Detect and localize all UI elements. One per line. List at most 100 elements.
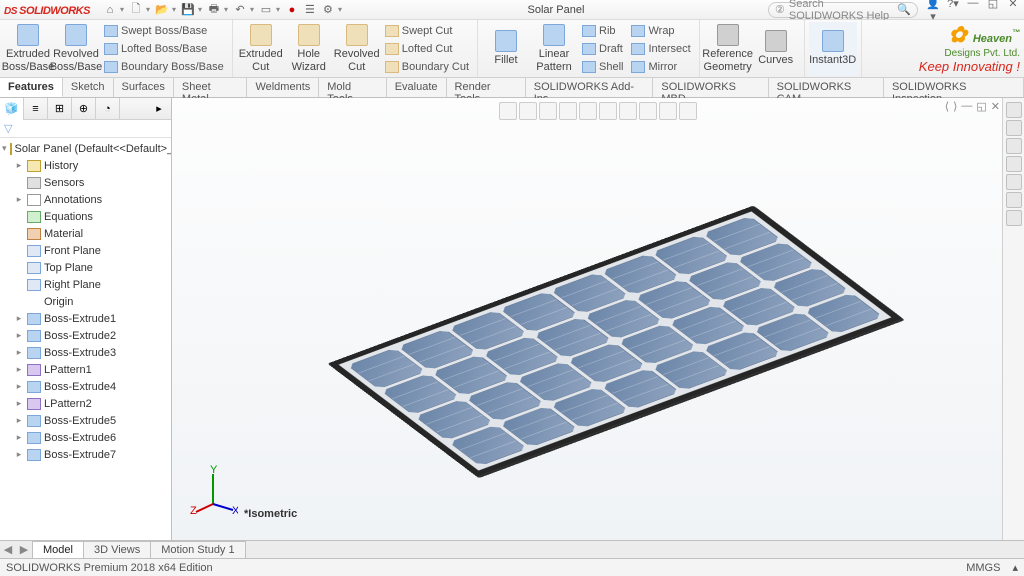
lofted-cut-button[interactable]: Lofted Cut bbox=[383, 40, 471, 57]
tree-item[interactable]: ▸Boss-Extrude6 bbox=[0, 429, 171, 446]
taskpane-home-icon[interactable] bbox=[1006, 102, 1022, 118]
tab-sheet-metal[interactable]: Sheet Metal bbox=[174, 78, 248, 97]
tab-surfaces[interactable]: Surfaces bbox=[114, 78, 174, 97]
tree-item[interactable]: Sensors bbox=[0, 174, 171, 191]
tree-item[interactable]: Origin bbox=[0, 293, 171, 310]
fm-tab-config-icon[interactable]: ⊞ bbox=[48, 98, 72, 120]
fm-tab-property-icon[interactable]: ≡ bbox=[24, 98, 48, 120]
tree-item[interactable]: Material bbox=[0, 225, 171, 242]
fillet-button[interactable]: Fillet bbox=[482, 22, 530, 76]
tab-weldments[interactable]: Weldments bbox=[247, 78, 319, 97]
tab-sw-cam[interactable]: SOLIDWORKS CAM bbox=[769, 78, 884, 97]
tree-item[interactable]: ▸LPattern1 bbox=[0, 361, 171, 378]
wrap-button[interactable]: Wrap bbox=[629, 22, 692, 39]
tree-item[interactable]: Front Plane bbox=[0, 242, 171, 259]
tree-item[interactable]: ▸History bbox=[0, 157, 171, 174]
tree-item[interactable]: ▸Boss-Extrude4 bbox=[0, 378, 171, 395]
mirror-button[interactable]: Mirror bbox=[629, 58, 692, 75]
shell-button[interactable]: Shell bbox=[580, 58, 625, 75]
swept-boss-button[interactable]: Swept Boss/Base bbox=[102, 22, 226, 39]
taskpane-prop-icon[interactable] bbox=[1006, 192, 1022, 208]
tab-mold-tools[interactable]: Mold Tools bbox=[319, 78, 386, 97]
view-orient-icon[interactable] bbox=[579, 102, 597, 120]
boundary-boss-button[interactable]: Boundary Boss/Base bbox=[102, 58, 226, 75]
tree-item[interactable]: ▸Annotations bbox=[0, 191, 171, 208]
tab-features[interactable]: Features bbox=[0, 78, 63, 97]
tab-motion-study[interactable]: Motion Study 1 bbox=[150, 541, 245, 558]
tree-root[interactable]: ▾Solar Panel (Default<<Default>_Displ bbox=[0, 140, 171, 157]
tree-item[interactable]: Equations bbox=[0, 208, 171, 225]
tree-item[interactable]: ▸Boss-Extrude1 bbox=[0, 310, 171, 327]
linear-pattern-button[interactable]: Linear Pattern bbox=[530, 22, 578, 76]
curves-button[interactable]: Curves bbox=[752, 22, 800, 76]
select-icon[interactable]: ▭ bbox=[258, 2, 274, 18]
taskpane-view-icon[interactable] bbox=[1006, 156, 1022, 172]
mdi-next-icon[interactable]: ⟩ bbox=[953, 100, 957, 113]
display-style-icon[interactable] bbox=[599, 102, 617, 120]
status-expand-icon[interactable]: ▴ bbox=[1012, 561, 1018, 574]
reference-geometry-button[interactable]: Reference Geometry bbox=[704, 22, 752, 76]
open-icon[interactable]: 📂 bbox=[154, 2, 170, 18]
prev-view-icon[interactable] bbox=[539, 102, 557, 120]
hole-wizard-button[interactable]: Hole Wizard bbox=[285, 22, 333, 76]
lofted-boss-button[interactable]: Lofted Boss/Base bbox=[102, 40, 226, 57]
tree-item[interactable]: Top Plane bbox=[0, 259, 171, 276]
taskpane-explorer-icon[interactable] bbox=[1006, 138, 1022, 154]
taskpane-forum-icon[interactable] bbox=[1006, 210, 1022, 226]
options-icon[interactable]: ☰ bbox=[302, 2, 318, 18]
home-icon[interactable]: ⌂ bbox=[102, 2, 118, 18]
tab-sketch[interactable]: Sketch bbox=[63, 78, 114, 97]
zoom-area-icon[interactable] bbox=[519, 102, 537, 120]
tab-sw-mbd[interactable]: SOLIDWORKS MBD bbox=[653, 78, 768, 97]
fm-tab-display-icon[interactable]: ◔ bbox=[96, 98, 120, 120]
view-settings-icon[interactable] bbox=[679, 102, 697, 120]
tab-render-tools[interactable]: Render Tools bbox=[447, 78, 526, 97]
fm-tab-more-icon[interactable]: ▸ bbox=[147, 98, 171, 120]
revolved-boss-button[interactable]: Revolved Boss/Base bbox=[52, 22, 100, 76]
fm-filter-icon[interactable]: ▽ bbox=[0, 120, 171, 138]
section-view-icon[interactable] bbox=[559, 102, 577, 120]
tab-model[interactable]: Model bbox=[32, 541, 84, 558]
revolved-cut-button[interactable]: Revolved Cut bbox=[333, 22, 381, 76]
fm-tab-tree-icon[interactable]: 🧊 bbox=[0, 98, 24, 120]
help-search-input[interactable]: ②Search SOLIDWORKS Help🔍 bbox=[768, 2, 918, 18]
tab-evaluate[interactable]: Evaluate bbox=[387, 78, 447, 97]
tree-item[interactable]: ▸Boss-Extrude5 bbox=[0, 412, 171, 429]
taskpane-lib-icon[interactable] bbox=[1006, 120, 1022, 136]
tree-item[interactable]: ▸Boss-Extrude3 bbox=[0, 344, 171, 361]
status-units[interactable]: MMGS bbox=[966, 562, 1000, 574]
print-icon[interactable]: 🖶 bbox=[206, 2, 222, 18]
draft-button[interactable]: Draft bbox=[580, 40, 625, 57]
save-icon[interactable]: 💾 bbox=[180, 2, 196, 18]
hide-show-icon[interactable] bbox=[619, 102, 637, 120]
boundary-cut-button[interactable]: Boundary Cut bbox=[383, 58, 471, 75]
solar-panel-model[interactable] bbox=[327, 206, 902, 477]
taskpane-appear-icon[interactable] bbox=[1006, 174, 1022, 190]
rib-button[interactable]: Rib bbox=[580, 22, 625, 39]
mdi-prev-icon[interactable]: ⟨ bbox=[945, 100, 949, 113]
settings-icon[interactable]: ⚙ bbox=[320, 2, 336, 18]
tab-sw-addins[interactable]: SOLIDWORKS Add-Ins bbox=[526, 78, 654, 97]
graphics-viewport[interactable]: ⟨ ⟩ ― ◱ ✕ Y Z X *Isome bbox=[172, 98, 1024, 540]
tree-item[interactable]: Right Plane bbox=[0, 276, 171, 293]
scene-icon[interactable] bbox=[659, 102, 677, 120]
extruded-cut-button[interactable]: Extruded Cut bbox=[237, 22, 285, 76]
tree-item[interactable]: ▸LPattern2 bbox=[0, 395, 171, 412]
undo-icon[interactable]: ↶ bbox=[232, 2, 248, 18]
extruded-boss-button[interactable]: Extruded Boss/Base bbox=[4, 22, 52, 76]
orientation-triad[interactable]: Y Z X bbox=[188, 464, 238, 514]
mdi-max-icon[interactable]: ◱ bbox=[976, 100, 986, 113]
tab-3d-views[interactable]: 3D Views bbox=[83, 541, 151, 558]
instant3d-button[interactable]: Instant3D bbox=[809, 22, 857, 76]
fm-tab-dim-icon[interactable]: ⊕ bbox=[72, 98, 96, 120]
mdi-min-icon[interactable]: ― bbox=[961, 100, 972, 113]
tree-item[interactable]: ▸Boss-Extrude2 bbox=[0, 327, 171, 344]
tree-item[interactable]: ▸Boss-Extrude7 bbox=[0, 446, 171, 463]
zoom-fit-icon[interactable] bbox=[499, 102, 517, 120]
new-icon[interactable]: 🗋 bbox=[128, 2, 144, 18]
swept-cut-button[interactable]: Swept Cut bbox=[383, 22, 471, 39]
mdi-close-icon[interactable]: ✕ bbox=[991, 100, 1000, 113]
appearance-icon[interactable] bbox=[639, 102, 657, 120]
tab-scroll-right-icon[interactable]: ▶ bbox=[16, 543, 32, 556]
rebuild-icon[interactable]: ● bbox=[284, 2, 300, 18]
